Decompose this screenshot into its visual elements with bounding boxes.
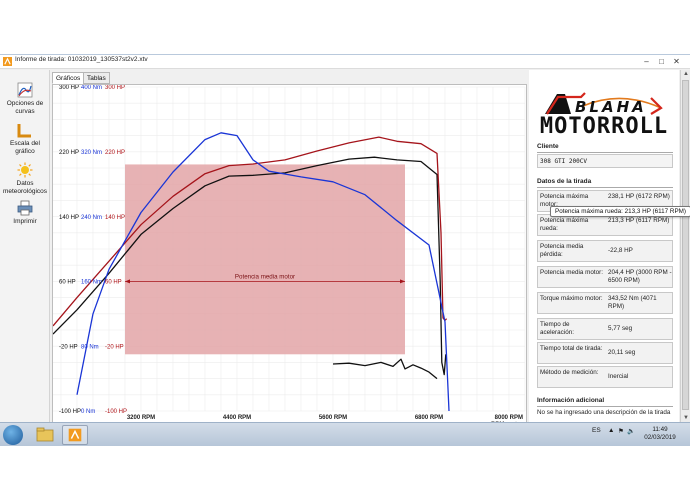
tab-tablas[interactable]: Tablas [83,72,110,84]
desktop-screen: Informe de tirada: 01032019_130537st2v2.… [0,0,690,500]
brand-name: MOTORROLL [539,114,669,139]
y-tick-label: 400 Nm [81,85,102,91]
curve-options-button[interactable]: Opciones de curvas [0,82,50,115]
y-tick-label: 220 HP [105,150,125,156]
extra-info-title: Información adicional [537,397,605,404]
y-tick-label: -100 HP [105,409,127,415]
client-value: 308 GTI 200CV [537,154,673,168]
x-tick-label: 5600 RPM [319,415,347,421]
file-explorer-icon[interactable] [32,425,58,445]
scroll-up-icon[interactable]: ▲ [681,70,690,79]
tab-graficos[interactable]: Gráficos [52,72,85,84]
left-toolbar: Opciones de curvas Escala del gráfico Da… [0,70,50,423]
tray-arrow-icon[interactable]: ▲ [608,427,614,434]
chart-scale-label: Escala del gráfico [10,140,40,155]
start-button[interactable] [3,425,23,445]
row-value: 5,77 seg [608,325,633,332]
row-max-wheel-power: Potencia máxima rueda: 213,3 HP (6117 RP… [537,214,673,236]
y-tick-label: 300 HP [59,85,79,91]
y-tick-label: 300 HP [105,85,125,91]
clock-date: 02/03/2019 [644,434,676,441]
weather-sun-icon [17,162,33,178]
extra-info-divider [537,406,673,407]
weather-data-label: Datos meteorológicos [2,180,48,195]
maximize-icon[interactable]: □ [655,56,668,67]
average-power-annotation: Potencia media motor [235,273,295,280]
app-logo-icon [3,57,12,66]
scroll-thumb[interactable] [682,80,689,410]
y-tick-label: 160 Nm [81,280,102,286]
row-avg-engine-power: Potencia media motor: 204,4 HP (3000 RPM… [537,266,673,288]
window-title: Informe de tirada: 01032019_130537st2v2.… [15,56,148,63]
y-tick-label: 240 Nm [81,215,102,221]
y-tick-label: 0 Nm [81,409,95,415]
y-tick-label: 140 HP [59,215,79,221]
y-tick-label: -100 HP [59,409,81,415]
client-section-title: Cliente [537,143,559,150]
print-label: Imprimir [13,218,37,225]
row-label: Torque máximo motor: [540,295,603,302]
chart-scale-button[interactable]: Escala del gráfico [0,122,50,155]
row-value: 238,1 HP (6172 RPM) [608,193,670,200]
row-label: Potencia media motor: [540,269,603,276]
y-tick-label: 60 HP [105,280,122,286]
chart-canvas[interactable]: Potencia media motor 300 HP 220 HP 140 HP 60… [53,85,528,424]
x-tick-label: 6800 RPM [415,415,443,421]
y-tick-label: -20 HP [59,344,78,350]
row-label: Potencia media pérdida: [540,243,584,258]
run-data-divider [537,187,673,188]
y-tick-label: 60 HP [59,280,76,286]
x-tick-label: 4400 RPM [223,415,251,421]
panel-scrollbar[interactable]: ▲ ▼ [680,70,690,423]
row-value: 20,11 seg [608,349,636,356]
row-label: Tiempo de aceleración: [540,321,574,336]
minimize-icon[interactable]: – [640,56,653,67]
row-acceleration-time: Tiempo de aceleración: 5,77 seg [537,318,673,340]
curve-options-icon [17,82,33,98]
row-max-torque: Torque máximo motor: 343,52 Nm (4071 RPM… [537,292,673,314]
x-tick-label: 3200 RPM [127,415,155,421]
language-indicator[interactable]: ES [592,427,601,434]
taskbar: ES ▲ ⚑ 🔈 11:49 02/03/2019 [0,422,690,446]
flag-icon[interactable]: ⚑ [618,427,624,435]
row-measurement-method: Método de medición: Inercial [537,366,673,388]
y-tick-label: 320 Nm [81,150,102,156]
title-bar[interactable]: Informe de tirada: 01032019_130537st2v2.… [0,55,690,69]
dyno-chart[interactable]: Potencia media motor 300 HP 220 HP 140 HP 60… [52,84,528,424]
volume-icon[interactable]: 🔈 [627,427,635,435]
report-panel: BLAHA MOTORROLL Cliente 308 GTI 200CV Da… [529,70,679,423]
y-tick-label: 220 HP [59,150,79,156]
extra-info-text: No se ha ingresado una descripción de la… [537,409,671,416]
y-tick-label: -20 HP [105,344,124,350]
average-power-band [125,164,405,355]
row-value: 343,52 Nm (4071 RPM) [608,295,657,310]
wheel-power-tooltip: Potencia máxima rueda: 213,3 HP (6117 RP… [550,206,690,217]
y-tick-label: 140 HP [105,215,125,221]
clock-time: 11:49 [652,426,668,433]
client-divider [537,152,673,153]
row-value: 204,4 HP (3000 RPM - 6500 RPM) [608,269,672,284]
row-label: Tiempo total de tirada: [540,345,603,352]
print-button[interactable]: Imprimir [0,200,50,226]
row-label: Método de medición: [540,369,599,376]
curve-options-label: Opciones de curvas [6,100,44,115]
system-clock[interactable]: 11:49 02/03/2019 [638,426,682,442]
row-total-time: Tiempo total de tirada: 20,11 seg [537,342,673,364]
row-label: Potencia máxima rueda: [540,217,589,232]
row-avg-loss-power: Potencia media pérdida: -22,8 HP [537,240,673,262]
x-tick-label: 8000 RPM [495,415,523,421]
chart-scale-icon [17,124,31,138]
row-value: Inercial [608,373,629,380]
row-value: 213,3 HP (6117 RPM) [608,217,670,224]
dyno-app-taskbar-icon[interactable] [62,425,88,445]
close-icon[interactable]: ✕ [670,56,683,67]
printer-icon [17,200,33,216]
y-tick-label: 80 Nm [81,344,99,350]
row-value: -22,8 HP [608,247,633,254]
report-window: Informe de tirada: 01032019_130537st2v2.… [0,54,690,424]
run-data-title: Datos de la tirada [537,178,592,185]
weather-data-button[interactable]: Datos meteorológicos [0,162,50,195]
